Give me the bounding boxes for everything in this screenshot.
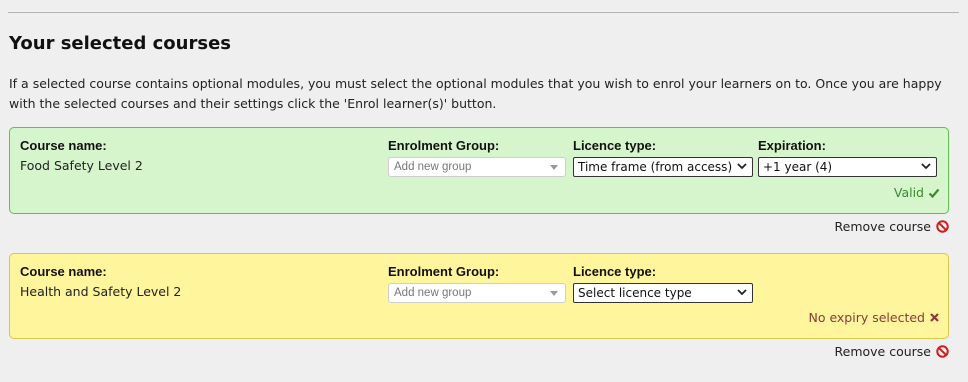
page: Your selected courses If a selected cour… <box>0 0 968 382</box>
course-card-health-safety: Course name: Health and Safety Level 2 E… <box>9 253 949 339</box>
page-title: Your selected courses <box>9 33 232 54</box>
chevron-down-icon <box>737 289 747 296</box>
dropdown-caret-icon <box>550 291 558 296</box>
licence-type-label: Licence type: <box>573 264 657 279</box>
remove-course-button[interactable]: Remove course <box>835 344 949 359</box>
no-entry-icon <box>936 220 949 233</box>
intro-text: If a selected course contains optional m… <box>9 76 942 111</box>
dropdown-caret-icon <box>550 165 558 170</box>
status-text: Valid <box>893 185 924 200</box>
remove-course-button[interactable]: Remove course <box>835 219 949 234</box>
licence-type-select[interactable]: Select licence type <box>573 283 753 303</box>
course-name-value: Health and Safety Level 2 <box>20 284 182 299</box>
status-invalid: No expiry selected <box>808 310 940 325</box>
licence-type-value: Select licence type <box>578 286 692 300</box>
course-name-label: Course name: <box>20 138 107 153</box>
expiration-label: Expiration: <box>758 138 826 153</box>
chevron-down-icon <box>737 163 747 170</box>
enrolment-group-label: Enrolment Group: <box>388 138 500 153</box>
enrolment-group-input[interactable]: Add new group <box>388 157 566 177</box>
remove-course-label: Remove course <box>834 344 931 359</box>
check-icon <box>928 188 940 198</box>
enrolment-group-placeholder: Add new group <box>394 161 472 173</box>
licence-type-label: Licence type: <box>573 138 657 153</box>
expiration-value: +1 year (4) <box>763 160 833 174</box>
cross-icon <box>930 313 939 322</box>
remove-course-label: Remove course <box>834 219 931 234</box>
licence-type-select[interactable]: Time frame (from access) <box>573 157 753 177</box>
top-divider <box>8 12 959 13</box>
chevron-down-icon <box>921 163 931 170</box>
status-text: No expiry selected <box>808 310 925 325</box>
expiration-select[interactable]: +1 year (4) <box>758 157 937 177</box>
course-name-label: Course name: <box>20 264 107 279</box>
course-name-value: Food Safety Level 2 <box>20 158 143 173</box>
enrolment-group-input[interactable]: Add new group <box>388 283 566 303</box>
no-entry-icon <box>936 345 949 358</box>
course-card-food-safety: Course name: Food Safety Level 2 Enrolme… <box>9 127 949 214</box>
enrolment-group-label: Enrolment Group: <box>388 264 500 279</box>
status-valid: Valid <box>894 185 940 200</box>
licence-type-value: Time frame (from access) <box>578 160 733 174</box>
enrolment-group-placeholder: Add new group <box>394 287 472 299</box>
